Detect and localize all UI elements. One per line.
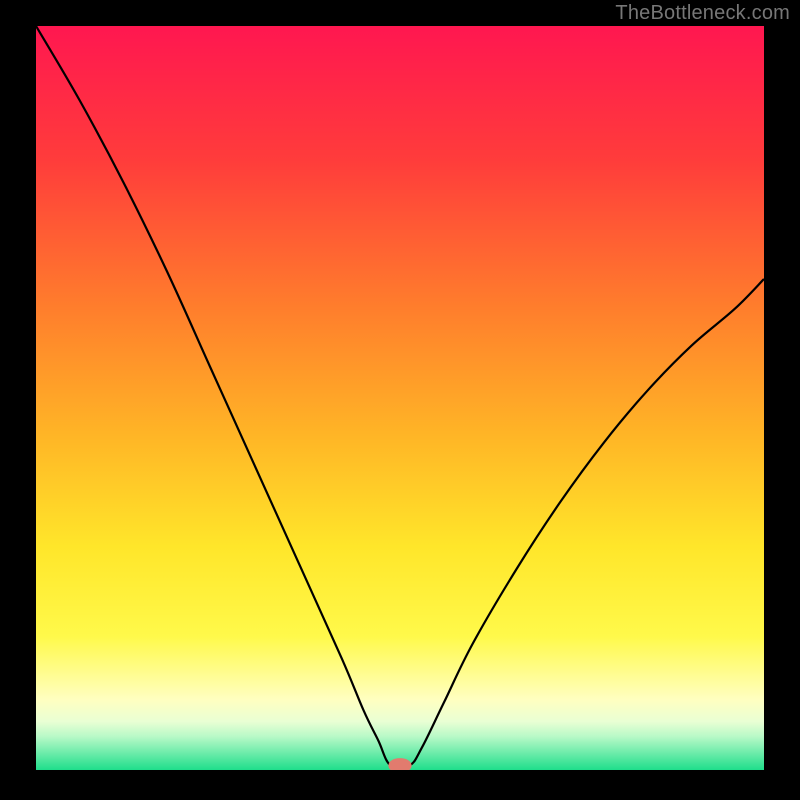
plot-area bbox=[36, 26, 764, 770]
gradient-background bbox=[36, 26, 764, 770]
bottleneck-chart bbox=[36, 26, 764, 770]
attribution-text: TheBottleneck.com bbox=[615, 2, 790, 25]
chart-frame: TheBottleneck.com bbox=[0, 0, 800, 800]
